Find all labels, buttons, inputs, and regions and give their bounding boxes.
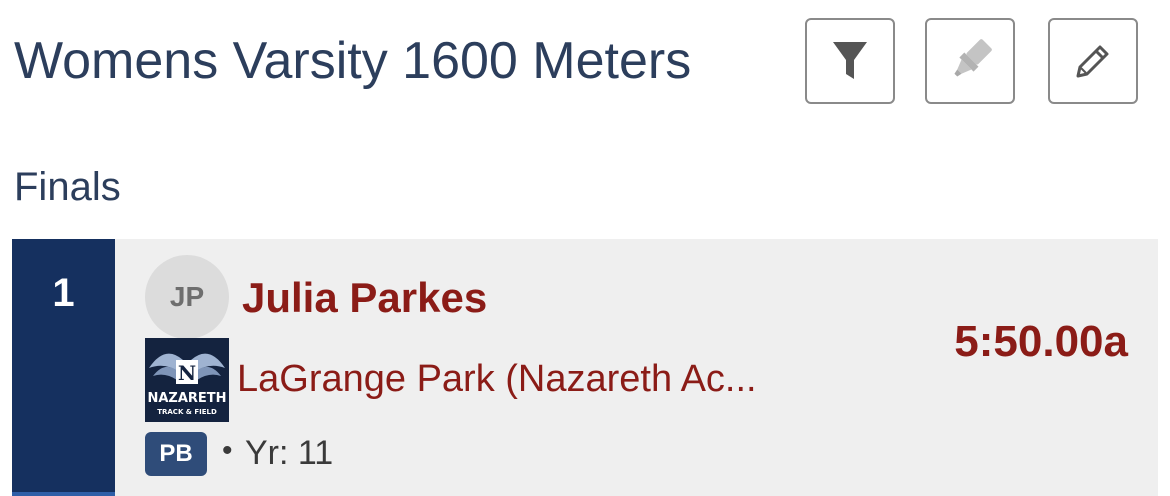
athlete-year: Yr: 11 — [245, 434, 334, 472]
avatar[interactable]: JP — [145, 255, 229, 339]
result-row[interactable]: 1 JP Julia Parkes N NAZARETH TRACK & FIE… — [12, 239, 1158, 496]
event-results-page: Womens Varsity 1600 Meters Finals 1 JP J… — [0, 0, 1170, 496]
filter-icon — [833, 42, 867, 79]
edit-button[interactable] — [1048, 18, 1138, 104]
team-logo-line1: NAZARETH — [147, 391, 226, 406]
section-heading-finals: Finals — [14, 165, 121, 209]
separator-bullet: • — [222, 434, 233, 467]
team-name-link[interactable]: LaGrange Park (Nazareth Ac... — [237, 356, 757, 402]
place-accent-bar — [12, 492, 115, 496]
pencil-icon — [1076, 45, 1109, 78]
highlight-button[interactable] — [925, 18, 1015, 104]
athlete-name-link[interactable]: Julia Parkes — [242, 273, 487, 323]
avatar-initials: JP — [169, 281, 205, 312]
personal-best-badge: PB — [145, 432, 207, 476]
place-column: 1 — [12, 239, 115, 496]
result-mark: 5:50.00a — [954, 317, 1128, 366]
team-logo-line2: TRACK & FIELD — [157, 408, 217, 416]
highlighter-icon — [954, 39, 992, 77]
page-title: Womens Varsity 1600 Meters — [14, 32, 692, 90]
filter-button[interactable] — [805, 18, 895, 104]
place-number: 1 — [52, 271, 75, 315]
team-logo-icon: N NAZARETH TRACK & FIELD — [145, 338, 229, 422]
team-logo-letter: N — [178, 361, 196, 385]
